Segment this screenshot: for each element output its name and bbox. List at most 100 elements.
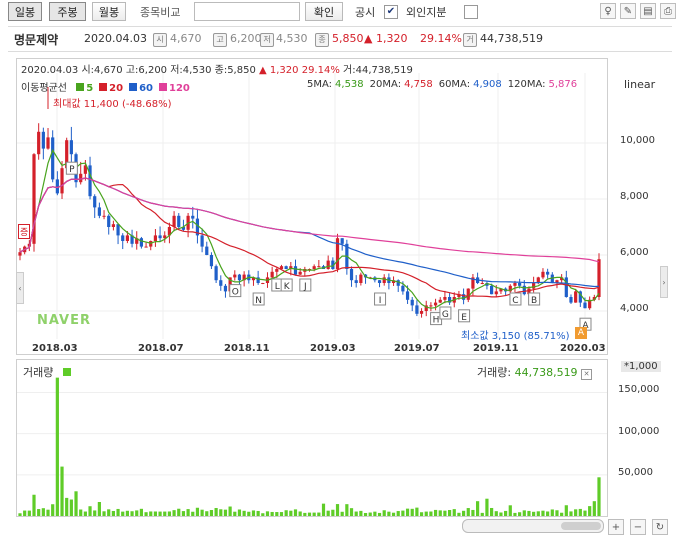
candle-body — [214, 266, 218, 281]
volume-chart-svg — [17, 377, 607, 516]
volume-bar — [214, 508, 218, 516]
volume-bar — [452, 509, 456, 516]
candle-body — [480, 283, 484, 284]
candle-body — [205, 246, 209, 255]
zoom-out-icon[interactable]: − — [630, 519, 646, 535]
volume-bar — [97, 502, 101, 516]
compare-label: 종목비교 — [140, 6, 181, 19]
ma-value-label: 20MA: — [369, 79, 402, 90]
price-chart[interactable]: P O N LKJ I HG E C B A 2020.04.03 시:4,670 고:6,200… — [16, 58, 608, 355]
candle-body — [270, 271, 274, 278]
event-badge[interactable]: 증 — [18, 224, 31, 239]
candle-body — [419, 311, 424, 314]
svg-text:J: J — [303, 282, 307, 292]
daily-tab[interactable]: 일봉 — [8, 2, 42, 21]
zoom-in-icon[interactable]: + — [608, 519, 624, 535]
candle-body — [191, 215, 195, 219]
volume-bar — [293, 509, 298, 516]
candle-body — [298, 271, 302, 275]
time-scrollbar-thumb[interactable] — [561, 522, 601, 530]
candle-body — [405, 291, 410, 300]
volume-bar — [69, 499, 73, 516]
compare-input[interactable] — [194, 2, 300, 21]
candle-body — [532, 283, 536, 289]
candle-body — [261, 283, 265, 284]
weekly-tab[interactable]: 주봉 — [49, 2, 86, 21]
ma-legend-label: 5 — [86, 83, 94, 94]
volume-title-label: 거래량 — [23, 366, 54, 379]
volume-bar — [461, 510, 466, 516]
candle-body — [574, 291, 578, 303]
volume-bar — [32, 494, 36, 516]
candle-body — [317, 266, 321, 268]
volume-bar — [447, 509, 452, 516]
volume-y-tick: 100,000 — [618, 425, 660, 437]
candle-body — [153, 235, 158, 241]
volume-bar — [480, 512, 484, 516]
confirm-button[interactable]: 확인 — [305, 2, 343, 21]
volume-close-icon[interactable]: ✕ — [581, 369, 593, 380]
volume-bar — [74, 491, 78, 516]
pencil-icon[interactable]: ✎ — [620, 3, 636, 19]
right-scroll-arrow[interactable]: › — [660, 266, 668, 298]
svg-text:H: H — [433, 316, 440, 326]
volume-bar — [438, 510, 442, 516]
volume-bar — [536, 511, 540, 516]
marker-a-badge[interactable]: A — [575, 327, 587, 339]
ma-legend-swatch — [99, 83, 108, 91]
disclosure-checkbox[interactable]: ✔ — [384, 5, 398, 19]
svg-text:E: E — [461, 313, 467, 323]
monthly-tab[interactable]: 월봉 — [92, 2, 126, 21]
volume-bar — [172, 510, 176, 516]
left-scroll-arrow[interactable]: ‹ — [16, 272, 24, 304]
ma-legend-swatch — [129, 83, 138, 91]
volume-bar — [583, 510, 587, 516]
candle-body — [284, 266, 288, 269]
y-tick-label: 8,000 — [620, 191, 649, 202]
marker-n: N — [252, 292, 265, 306]
candle-body — [443, 297, 447, 300]
volume-bar — [588, 506, 592, 516]
volume-bar — [377, 512, 382, 516]
ohlc-high: 고:6,200 — [125, 65, 168, 76]
table-icon[interactable]: ▤ — [640, 3, 656, 19]
candle-body — [55, 179, 59, 194]
foreign-checkbox[interactable] — [464, 5, 478, 19]
svg-text:O: O — [232, 288, 239, 298]
candle-body — [200, 235, 204, 247]
marker-b: B — [528, 292, 541, 306]
low-value: 4,530 — [276, 32, 308, 45]
volume-bar — [546, 511, 550, 516]
volume-bar — [125, 510, 129, 516]
candle-body — [79, 173, 83, 183]
volume-bar — [345, 504, 349, 516]
candle-body — [541, 271, 545, 278]
candle-body — [349, 269, 354, 281]
volume-bar — [504, 510, 508, 516]
candle-body — [93, 196, 97, 208]
candle-body — [466, 288, 470, 300]
time-scrollbar[interactable] — [462, 519, 604, 533]
scale-label[interactable]: linear — [624, 78, 655, 91]
refresh-icon[interactable]: ↻ — [652, 519, 668, 535]
volume-bar — [158, 511, 162, 516]
candle-body — [60, 168, 64, 194]
volume-bar — [312, 512, 316, 516]
svg-text:P: P — [69, 165, 75, 175]
candle-body — [107, 215, 111, 227]
volume-bar — [200, 509, 204, 516]
candle-body — [583, 302, 587, 309]
volume-bar — [401, 510, 405, 516]
pin-icon[interactable]: ♀ — [600, 3, 616, 19]
marker-k: K — [280, 278, 293, 292]
candle-body — [293, 266, 298, 275]
marker-o: O — [229, 284, 242, 298]
candle-body — [564, 277, 568, 297]
volume-chart[interactable]: 거래량 거래량: 44,738,519 ✕ — [16, 359, 608, 517]
volume-bar — [41, 508, 45, 516]
volume-bar — [457, 512, 461, 516]
print-icon[interactable]: ⎙ — [660, 3, 676, 19]
volume-bar — [251, 510, 256, 516]
volume-bar — [373, 511, 377, 516]
volume-bar — [410, 508, 414, 516]
